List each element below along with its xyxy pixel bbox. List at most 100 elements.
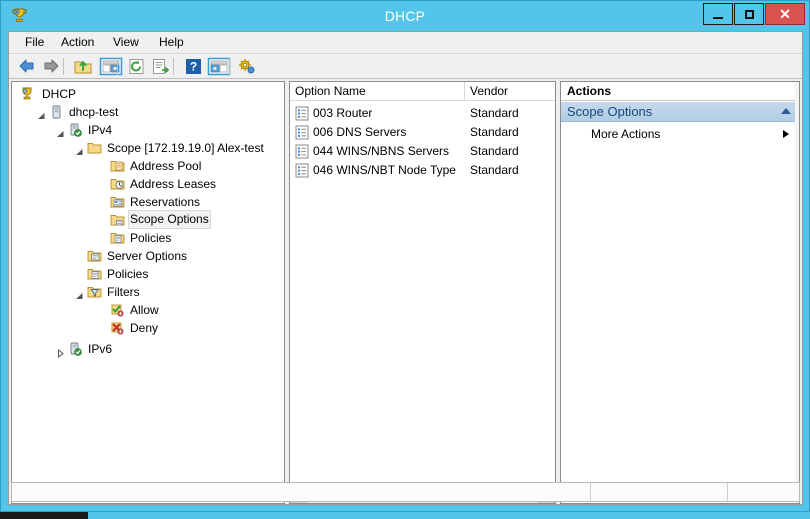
toolbar-separator — [229, 58, 230, 75]
expand-twisty-icon[interactable] — [75, 288, 84, 299]
tree-item-dhcp[interactable]: DHCP — [12, 85, 284, 103]
tree-item-label: Filters — [107, 285, 140, 299]
option-item-icon — [295, 125, 309, 140]
tree-item-dhcp-test[interactable]: dhcp-test — [12, 103, 284, 121]
show-hide-console-tree-icon[interactable] — [99, 57, 123, 76]
action-item-label: More Actions — [591, 127, 661, 141]
client-area: File Action View Help ? DHCP dhcp-test I… — [8, 31, 803, 505]
title-bar: DHCP ✕ — [1, 1, 809, 31]
toolbar-separator — [117, 58, 118, 75]
address-leases-icon — [110, 177, 125, 191]
chevron-up-icon[interactable] — [781, 108, 791, 114]
tree-item-label: IPv6 — [88, 342, 113, 356]
actions-group-title: Scope Options — [567, 104, 653, 119]
table-row[interactable]: 006 DNS Servers Standard — [290, 123, 555, 142]
ipv4-server-ok-icon — [68, 123, 83, 137]
tree-item-label: Allow — [130, 303, 159, 317]
tree-item-label: Address Pool — [130, 159, 202, 173]
tree-item-label: DHCP — [42, 87, 77, 101]
dhcp-window: DHCP ✕ File Action View Help ? DHCP dhcp… — [0, 0, 810, 512]
option-vendor: Standard — [470, 125, 519, 139]
tree-item-label: Scope [172.19.19.0] Alex-test — [107, 141, 264, 155]
tree-item-label: Policies — [107, 267, 149, 281]
option-name: 006 DNS Servers — [313, 125, 407, 139]
table-row[interactable]: 044 WINS/NBNS Servers Standard — [290, 142, 555, 161]
option-item-icon — [295, 163, 309, 178]
menu-help[interactable]: Help — [151, 32, 192, 53]
tree-item-label: Server Options — [107, 249, 188, 263]
tree-item-label: Policies — [130, 231, 172, 245]
option-vendor: Standard — [470, 163, 519, 177]
actions-scroll-strip — [795, 82, 799, 503]
export-list-icon[interactable] — [151, 57, 171, 76]
window-title: DHCP — [384, 8, 426, 24]
show-hide-action-pane-icon[interactable] — [207, 57, 231, 76]
toolbar-separator — [63, 58, 64, 75]
forward-icon[interactable] — [41, 57, 61, 76]
close-button[interactable]: ✕ — [765, 3, 805, 25]
allow-icon — [110, 303, 125, 317]
option-item-icon — [295, 106, 309, 121]
option-vendor: Standard — [470, 144, 519, 158]
server-icon — [49, 105, 64, 119]
tree-item-address-leases[interactable]: Address Leases — [12, 175, 284, 193]
menu-view[interactable]: View — [105, 32, 147, 53]
policies-icon — [110, 231, 125, 245]
expand-twisty-icon[interactable] — [75, 144, 84, 155]
collapse-twisty-icon[interactable] — [56, 345, 65, 359]
submenu-arrow-icon — [783, 130, 789, 138]
tree-item-server-options[interactable]: Server Options — [12, 247, 284, 265]
tree-item-scope-options[interactable]: Scope Options — [12, 210, 284, 229]
menu-bar: File Action View Help — [9, 32, 802, 54]
tree-item-deny[interactable]: Deny — [12, 319, 284, 337]
menu-action[interactable]: Action — [53, 32, 102, 53]
tree-item-policies-server[interactable]: Policies — [12, 265, 284, 283]
tree-item-allow[interactable]: Allow — [12, 301, 284, 319]
expand-twisty-icon[interactable] — [56, 126, 65, 137]
reservations-icon — [110, 195, 125, 209]
ipv6-server-ok-icon — [68, 342, 83, 356]
option-name: 003 Router — [313, 106, 373, 120]
server-options-icon — [87, 249, 102, 263]
table-row[interactable]: 003 Router Standard — [290, 104, 555, 123]
tree-item-ipv6[interactable]: IPv6 — [12, 340, 284, 359]
tree-item-address-pool[interactable]: Address Pool — [12, 157, 284, 175]
option-name: 044 WINS/NBNS Servers — [313, 144, 450, 158]
maximize-button[interactable] — [734, 3, 764, 25]
console-tree-panel[interactable]: DHCP dhcp-test IPv4 Scope [172.19.19.0] … — [11, 81, 285, 504]
actions-header: Actions — [561, 82, 799, 101]
tree-item-scope[interactable]: Scope [172.19.19.0] Alex-test — [12, 139, 284, 157]
menu-file[interactable]: File — [17, 32, 52, 53]
minimize-button[interactable] — [703, 3, 733, 25]
status-bar — [11, 482, 800, 502]
tree-item-label: Address Leases — [130, 177, 217, 191]
back-icon[interactable] — [17, 57, 37, 76]
properties-icon[interactable] — [237, 57, 257, 76]
maximize-icon — [744, 10, 754, 20]
actions-group-scope-options[interactable]: Scope Options — [561, 102, 799, 122]
tree-root: DHCP dhcp-test IPv4 Scope [172.19.19.0] … — [12, 85, 284, 359]
tree-item-reservations[interactable]: Reservations — [12, 193, 284, 211]
toolbar: ? — [9, 54, 802, 79]
taskbar-sliver — [0, 512, 810, 519]
refresh-icon[interactable] — [127, 57, 147, 76]
up-folder-icon[interactable] — [73, 57, 93, 76]
actions-list: More Actions — [561, 124, 799, 144]
tree-item-filters[interactable]: Filters — [12, 283, 284, 301]
tree-item-ipv4[interactable]: IPv4 — [12, 121, 284, 139]
actions-panel[interactable]: Actions Scope Options More Actions — [560, 81, 800, 504]
taskbar-dark-segment — [0, 512, 88, 519]
options-list-panel[interactable]: Option Name Vendor 003 Router Standard 0… — [289, 81, 556, 504]
deny-icon — [110, 321, 125, 335]
tree-item-label: Scope Options — [128, 210, 211, 229]
expand-twisty-icon[interactable] — [37, 108, 46, 119]
tree-item-policies-scope[interactable]: Policies — [12, 229, 284, 247]
table-row[interactable]: 046 WINS/NBT Node Type Standard — [290, 161, 555, 180]
tree-item-label: Reservations — [130, 195, 201, 209]
status-divider — [727, 483, 728, 501]
action-more-actions[interactable]: More Actions — [561, 124, 799, 144]
column-header-option-name[interactable]: Option Name — [290, 82, 465, 100]
help-icon[interactable]: ? — [183, 57, 203, 76]
column-header-vendor[interactable]: Vendor — [465, 82, 555, 100]
svg-text:?: ? — [190, 60, 197, 74]
